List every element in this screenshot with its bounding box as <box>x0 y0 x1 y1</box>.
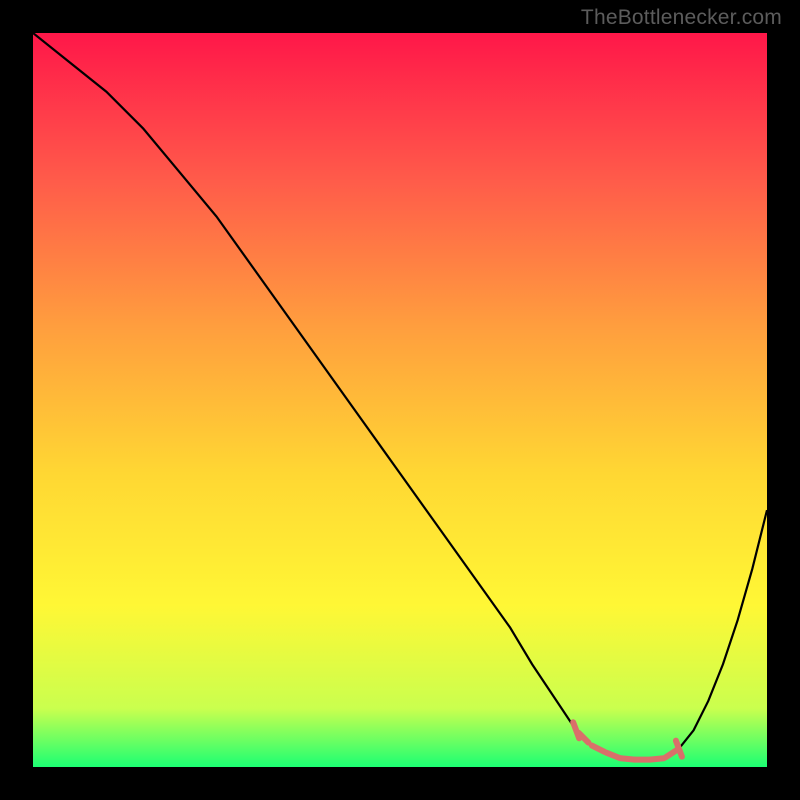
chart-plot-area <box>33 33 767 767</box>
watermark-text: TheBottlenecker.com <box>581 6 782 30</box>
chart-background <box>33 33 767 767</box>
chart-svg <box>33 33 767 767</box>
